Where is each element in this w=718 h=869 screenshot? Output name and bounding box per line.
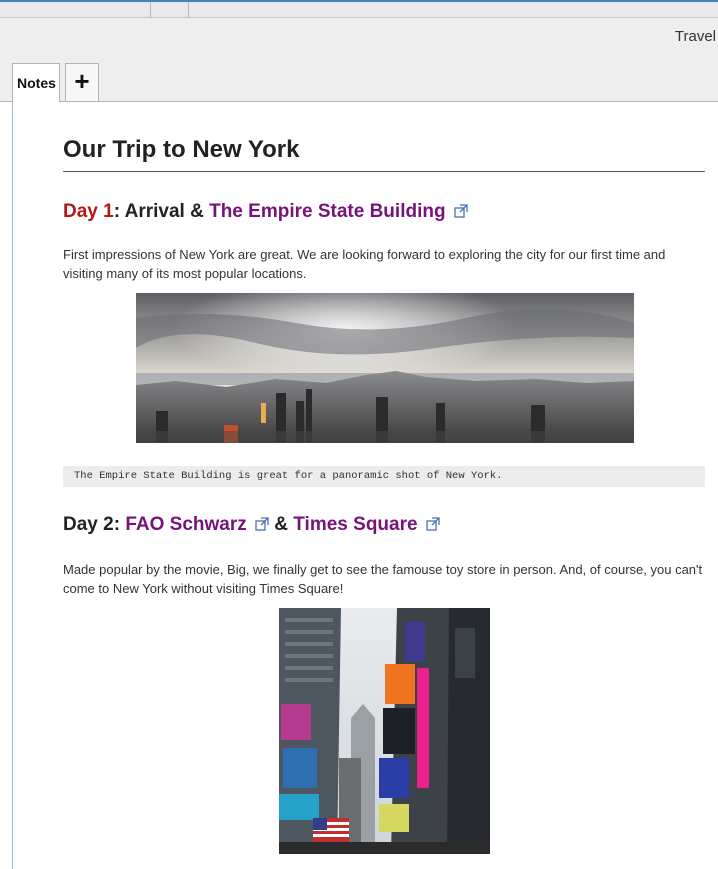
strip-divider: [150, 2, 151, 18]
day2-ampersand: &: [269, 514, 294, 535]
window-top-strip: [0, 0, 718, 18]
strip-divider: [188, 2, 189, 18]
day1-paragraph: First impressions of New York are great.…: [63, 247, 666, 281]
empire-state-panorama-image: [136, 293, 634, 443]
times-square-link[interactable]: Times Square: [293, 514, 417, 535]
external-link-icon[interactable]: [454, 204, 468, 218]
times-square-image: [279, 608, 490, 854]
day1-subtitle: : Arrival &: [113, 201, 210, 222]
notebook-title[interactable]: Travel: [675, 28, 716, 45]
day1-label: Day 1: [63, 201, 114, 222]
image-caption: The Empire State Building is great for a…: [63, 466, 705, 487]
tab-bar: Notes +: [0, 58, 718, 102]
title-underline: [63, 171, 705, 172]
day1-heading: Day 1: Arrival & The Empire State Buildi…: [63, 201, 468, 223]
external-link-icon[interactable]: [426, 517, 440, 531]
page-left-border: [12, 102, 13, 869]
external-link-icon[interactable]: [255, 517, 269, 531]
title-bar: Travel: [0, 18, 718, 58]
day2-paragraph: Made popular by the movie, Big, we final…: [63, 562, 703, 596]
add-tab-button[interactable]: +: [65, 63, 99, 101]
tab-notes[interactable]: Notes: [12, 63, 60, 102]
page-title: Our Trip to New York: [63, 136, 300, 163]
day2-heading: Day 2: FAO Schwarz & Times Square: [63, 514, 440, 536]
day2-label: Day 2:: [63, 514, 126, 535]
fao-schwarz-link[interactable]: FAO Schwarz: [125, 514, 246, 535]
empire-state-link[interactable]: The Empire State Building: [209, 201, 445, 222]
